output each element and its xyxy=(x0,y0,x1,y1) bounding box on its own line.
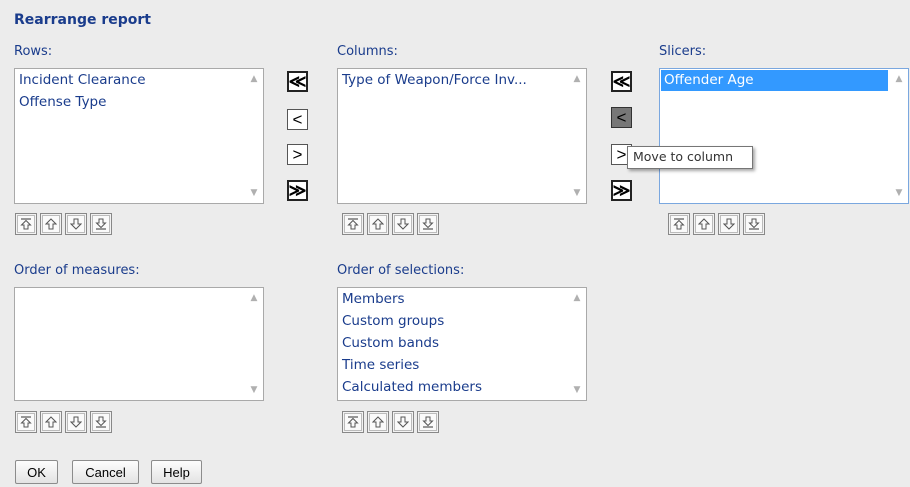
move-to-bottom-icon xyxy=(422,218,434,230)
arrow-down-icon xyxy=(70,218,82,230)
move-to-bottom-icon xyxy=(748,218,760,230)
cancel-button[interactable]: Cancel xyxy=(72,460,139,484)
scroll-down-icon[interactable]: ▼ xyxy=(568,382,586,398)
measures-scrollbar[interactable]: ▲ ▼ xyxy=(245,288,263,400)
move-left-button[interactable]: < xyxy=(287,109,308,130)
move-down-button[interactable] xyxy=(392,411,414,433)
move-to-bottom-icon xyxy=(95,416,107,428)
move-to-bottom-icon xyxy=(422,416,434,428)
arrow-up-icon xyxy=(45,416,57,428)
move-to-bottom-button[interactable] xyxy=(90,411,112,433)
arrow-down-icon xyxy=(397,218,409,230)
columns-scrollbar[interactable]: ▲ ▼ xyxy=(568,69,586,203)
scroll-up-icon[interactable]: ▲ xyxy=(245,290,263,306)
move-up-button[interactable] xyxy=(693,213,715,235)
move-down-button[interactable] xyxy=(65,213,87,235)
move-to-top-icon xyxy=(673,218,685,230)
move-right-button[interactable]: > xyxy=(287,144,308,165)
list-item[interactable]: Time series xyxy=(338,354,586,376)
move-to-top-button[interactable] xyxy=(668,213,690,235)
list-item[interactable]: Offense Type xyxy=(15,91,263,113)
order-of-measures-listbox[interactable]: ▲ ▼ xyxy=(14,287,264,401)
move-to-top-button[interactable] xyxy=(15,411,37,433)
rows-label: Rows: xyxy=(14,44,53,59)
selections-scrollbar[interactable]: ▲ ▼ xyxy=(568,288,586,400)
move-to-top-button[interactable] xyxy=(342,411,364,433)
ok-button[interactable]: OK xyxy=(15,460,58,484)
move-all-left-button[interactable]: ≪ xyxy=(287,71,308,92)
move-all-right-button[interactable]: ≫ xyxy=(611,180,632,201)
list-item[interactable]: Incident Clearance xyxy=(15,69,263,91)
arrow-down-icon xyxy=(397,416,409,428)
scroll-up-icon[interactable]: ▲ xyxy=(890,71,908,87)
scroll-up-icon[interactable]: ▲ xyxy=(245,71,263,87)
scroll-down-icon[interactable]: ▼ xyxy=(890,185,908,201)
scroll-up-icon[interactable]: ▲ xyxy=(568,290,586,306)
move-all-left-button[interactable]: ≪ xyxy=(611,71,632,92)
scroll-down-icon[interactable]: ▼ xyxy=(568,185,586,201)
rows-scrollbar[interactable]: ▲ ▼ xyxy=(245,69,263,203)
move-to-bottom-button[interactable] xyxy=(743,213,765,235)
scroll-down-icon[interactable]: ▼ xyxy=(245,185,263,201)
scroll-up-icon[interactable]: ▲ xyxy=(568,71,586,87)
list-item[interactable]: Members xyxy=(338,288,586,310)
list-item[interactable]: Custom groups xyxy=(338,310,586,332)
move-to-bottom-button[interactable] xyxy=(417,411,439,433)
move-to-top-button[interactable] xyxy=(342,213,364,235)
move-down-button[interactable] xyxy=(65,411,87,433)
move-to-top-icon xyxy=(20,416,32,428)
move-up-button[interactable] xyxy=(40,411,62,433)
help-button[interactable]: Help xyxy=(151,460,202,484)
slicers-listbox[interactable]: Offender Age ▲ ▼ xyxy=(659,68,909,204)
move-to-bottom-button[interactable] xyxy=(417,213,439,235)
tooltip: Move to column xyxy=(627,146,753,169)
arrow-up-icon xyxy=(698,218,710,230)
arrow-up-icon xyxy=(372,416,384,428)
order-of-selections-listbox[interactable]: Members Custom groups Custom bands Time … xyxy=(337,287,587,401)
list-item[interactable]: Custom bands xyxy=(338,332,586,354)
columns-listbox[interactable]: Type of Weapon/Force Inv... ▲ ▼ xyxy=(337,68,587,204)
scroll-down-icon[interactable]: ▼ xyxy=(245,382,263,398)
move-all-right-button[interactable]: ≫ xyxy=(287,180,308,201)
arrow-down-icon xyxy=(723,218,735,230)
move-up-button[interactable] xyxy=(40,213,62,235)
order-of-selections-label: Order of selections: xyxy=(337,263,465,278)
move-up-button[interactable] xyxy=(367,411,389,433)
rows-listbox[interactable]: Incident Clearance Offense Type ▲ ▼ xyxy=(14,68,264,204)
slicers-scrollbar[interactable]: ▲ ▼ xyxy=(890,69,908,203)
move-to-top-icon xyxy=(347,218,359,230)
move-to-top-icon xyxy=(347,416,359,428)
move-to-top-button[interactable] xyxy=(15,213,37,235)
arrow-up-icon xyxy=(45,218,57,230)
dialog-title: Rearrange report xyxy=(14,12,151,28)
move-left-button[interactable]: < xyxy=(611,107,632,128)
move-to-bottom-icon xyxy=(95,218,107,230)
list-item[interactable]: Type of Weapon/Force Inv... xyxy=(338,69,586,91)
order-of-measures-label: Order of measures: xyxy=(14,263,140,278)
columns-label: Columns: xyxy=(337,44,398,59)
move-to-top-icon xyxy=(20,218,32,230)
move-up-button[interactable] xyxy=(367,213,389,235)
arrow-down-icon xyxy=(70,416,82,428)
slicers-label: Slicers: xyxy=(659,44,707,59)
list-item[interactable]: Calculated members xyxy=(338,376,586,398)
arrow-up-icon xyxy=(372,218,384,230)
move-down-button[interactable] xyxy=(392,213,414,235)
move-to-bottom-button[interactable] xyxy=(90,213,112,235)
list-item-selected[interactable]: Offender Age xyxy=(661,70,888,91)
move-down-button[interactable] xyxy=(718,213,740,235)
